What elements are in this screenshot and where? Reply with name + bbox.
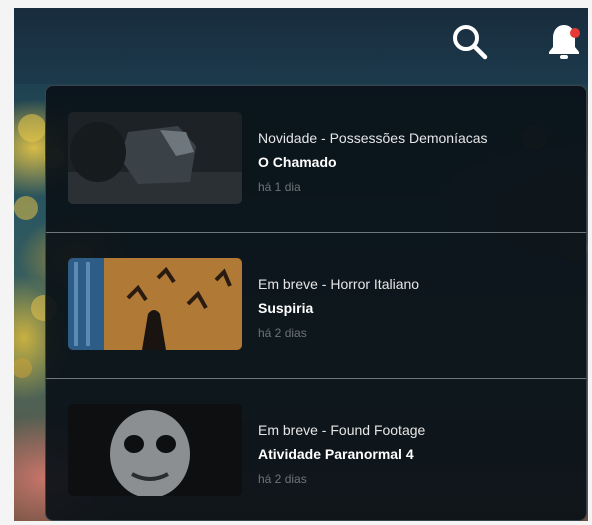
- search-button[interactable]: [448, 22, 492, 66]
- notification-item[interactable]: Novidade - Possessões Demoníacas O Chama…: [46, 86, 586, 232]
- search-icon: [451, 23, 489, 66]
- notifications-dropdown: Novidade - Possessões Demoníacas O Chama…: [45, 85, 587, 521]
- notification-item[interactable]: Em breve - Horror Italiano Suspiria há 2…: [46, 233, 586, 379]
- notification-subtitle: Em breve - Found Footage: [258, 422, 426, 438]
- notification-time: há 2 dias: [258, 472, 307, 486]
- notification-time: há 2 dias: [258, 326, 307, 340]
- app-viewport: Novidade - Possessões Demoníacas O Chama…: [14, 8, 588, 521]
- notification-subtitle: Em breve - Horror Italiano: [258, 276, 420, 292]
- notification-title: Atividade Paranormal 4: [258, 446, 414, 462]
- notification-time: há 1 dia: [258, 180, 301, 194]
- notification-thumbnail: [68, 404, 242, 496]
- notification-title: Suspiria: [258, 300, 314, 316]
- notification-badge: [570, 28, 580, 38]
- notification-title: O Chamado: [258, 154, 337, 170]
- top-bar: [14, 8, 588, 84]
- notification-item[interactable]: Em breve - Found Footage Atividade Paran…: [46, 379, 586, 520]
- notification-subtitle: Novidade - Possessões Demoníacas: [258, 130, 488, 146]
- notification-thumbnail: [68, 258, 242, 350]
- notification-thumbnail: [68, 112, 242, 204]
- notifications-button[interactable]: [542, 22, 586, 66]
